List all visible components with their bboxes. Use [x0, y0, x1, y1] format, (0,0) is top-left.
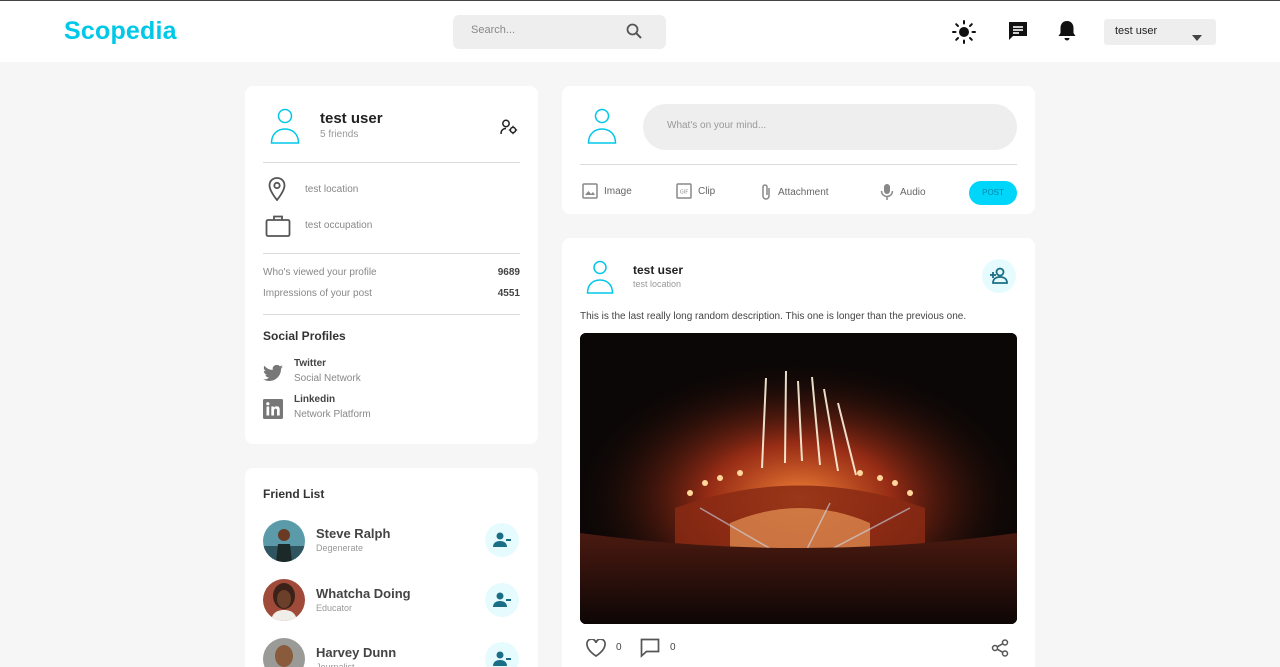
- user-menu-label: test user: [1115, 25, 1158, 37]
- post-impressions-value: 4551: [497, 288, 520, 299]
- like-heart-icon[interactable]: [586, 638, 606, 662]
- notification-bell-icon[interactable]: [1057, 20, 1077, 47]
- user-avatar-icon[interactable]: [587, 108, 617, 149]
- profile-views-label: Who's viewed your profile: [263, 267, 377, 278]
- post-description: This is the last really long random desc…: [580, 311, 967, 322]
- divider: [580, 164, 1017, 165]
- friend-role: Degenerate: [316, 543, 364, 553]
- friend-list-card: Friend List Steve Ralph Degenerate Whatc…: [245, 468, 538, 667]
- social-twitter-name[interactable]: Twitter: [294, 358, 326, 369]
- add-attachment-button[interactable]: Attachment: [760, 183, 829, 201]
- comment-count: 0: [670, 642, 676, 653]
- add-friend-button[interactable]: [982, 259, 1016, 293]
- friend-avatar[interactable]: [263, 520, 305, 562]
- profile-card: test user 5 friends test location test o…: [245, 86, 538, 444]
- post-author-name[interactable]: test user: [633, 263, 683, 277]
- share-icon[interactable]: [991, 639, 1009, 662]
- post-card: test user test location This is the last…: [562, 238, 1035, 667]
- post-author-location: test location: [633, 279, 682, 289]
- clip-action-label: Clip: [698, 185, 716, 197]
- post-image[interactable]: [580, 333, 1017, 624]
- friend-avatar[interactable]: [263, 638, 305, 667]
- social-linkedin-type: Network Platform: [294, 409, 371, 420]
- divider: [263, 162, 520, 163]
- audio-action-label: Audio: [900, 186, 926, 198]
- briefcase-icon: [265, 214, 291, 243]
- friend-avatar[interactable]: [263, 579, 305, 621]
- add-image-button[interactable]: Image: [582, 183, 632, 199]
- gif-icon: GIF: [676, 183, 692, 199]
- divider: [263, 314, 520, 315]
- linkedin-icon[interactable]: [263, 399, 283, 424]
- friend-name[interactable]: Steve Ralph: [316, 526, 390, 541]
- app-logo[interactable]: Scopedia: [64, 17, 177, 46]
- remove-friend-button[interactable]: [485, 523, 519, 557]
- chevron-down-icon: [1192, 28, 1202, 46]
- profile-views-value: 9689: [497, 267, 520, 278]
- friend-name[interactable]: Harvey Dunn: [316, 645, 396, 660]
- image-icon: [582, 183, 598, 199]
- comment-icon[interactable]: [640, 638, 660, 663]
- divider: [263, 253, 520, 254]
- post-button[interactable]: POST: [969, 181, 1017, 205]
- social-linkedin-name[interactable]: Linkedin: [294, 394, 335, 405]
- location-pin-icon: [267, 177, 287, 206]
- remove-friend-button[interactable]: [485, 642, 519, 667]
- post-impressions-label: Impressions of your post: [263, 288, 372, 299]
- attachment-action-label: Attachment: [778, 186, 829, 198]
- friend-role: Journalist: [316, 662, 355, 667]
- add-audio-button[interactable]: Audio: [880, 183, 926, 201]
- like-count: 0: [616, 642, 622, 653]
- profile-occupation: test occupation: [305, 220, 373, 231]
- add-clip-button[interactable]: GIF Clip: [676, 183, 715, 199]
- social-profiles-title: Social Profiles: [263, 329, 346, 343]
- light-mode-icon[interactable]: [952, 20, 976, 49]
- search-icon[interactable]: [626, 23, 642, 44]
- twitter-icon[interactable]: [263, 364, 283, 386]
- message-icon[interactable]: [1007, 20, 1029, 47]
- social-twitter-type: Social Network: [294, 373, 361, 384]
- user-avatar-icon[interactable]: [270, 108, 300, 149]
- remove-friend-button[interactable]: [485, 583, 519, 617]
- search-box[interactable]: Search...: [453, 15, 666, 49]
- friend-name[interactable]: Whatcha Doing: [316, 586, 411, 601]
- friend-role: Educator: [316, 603, 353, 613]
- manage-account-icon[interactable]: [500, 119, 518, 140]
- post-input-placeholder: What's on your mind...: [667, 120, 767, 131]
- post-composer-card: What's on your mind... Image GIF Clip At…: [562, 86, 1035, 214]
- svg-text:GIF: GIF: [680, 190, 688, 196]
- post-author-avatar-icon[interactable]: [586, 260, 614, 299]
- image-action-label: Image: [604, 185, 632, 197]
- top-navbar: Scopedia Search... test user: [0, 0, 1280, 62]
- search-input[interactable]: Search...: [471, 24, 515, 36]
- profile-friend-count: 5 friends: [320, 129, 359, 140]
- microphone-icon: [880, 184, 894, 200]
- friend-list-title: Friend List: [263, 487, 325, 501]
- profile-name[interactable]: test user: [320, 110, 383, 127]
- attachment-icon: [762, 184, 770, 200]
- post-text-input[interactable]: What's on your mind...: [643, 104, 1017, 150]
- user-menu-dropdown[interactable]: test user: [1104, 19, 1216, 45]
- profile-location: test location: [305, 184, 359, 195]
